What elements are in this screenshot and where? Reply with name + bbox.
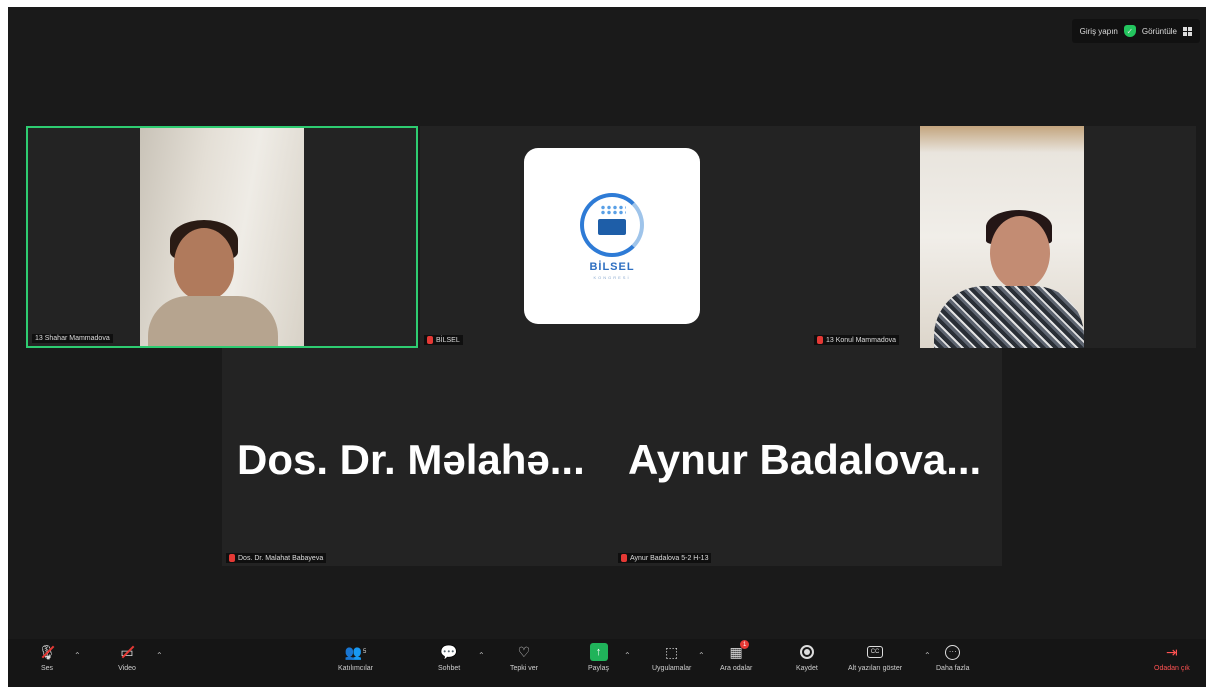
record-icon [798,643,816,661]
leave-door-icon: ⇥ [1166,643,1178,660]
chat-button[interactable]: 💬 Sohbet [438,643,460,673]
participants-button[interactable]: 👥 5 Katılımcılar [338,643,373,673]
share-screen-icon: ↑ [589,643,608,661]
heart-icon: ♡ [517,643,531,660]
top-right-bar: Giriş yapın ✓ Görüntüle [1071,19,1200,43]
video-options-caret[interactable]: ⌃ [156,651,163,660]
chat-options-caret[interactable]: ⌃ [478,651,485,660]
audio-options-caret[interactable]: ⌃ [74,651,81,660]
apps-icon: ⬚ [665,643,679,660]
apps-options-caret[interactable]: ⌃ [698,651,705,660]
mic-muted-icon [229,554,235,562]
meeting-window: Giriş yapın ✓ Görüntüle 13 Shahar Mammad… [8,7,1206,687]
participant-name-label: BİLSEL [424,335,463,345]
captions-icon: CC [866,643,884,661]
participant-display-name-4: Dos. Dr. Məlahə... [237,436,585,483]
react-button[interactable]: ♡ Tepki ver [510,643,538,673]
apps-button[interactable]: ⬚ Uygulamalar [652,643,691,673]
participant-name-label: Dos. Dr. Malahat Babayeva [226,553,327,563]
grid-view-icon[interactable] [1183,26,1192,36]
breakout-rooms-button[interactable]: ▦ 1 Ara odalar [720,640,752,672]
shield-check-icon[interactable]: ✓ [1123,25,1136,37]
meeting-toolbar: 🎙 Ses ⌃ ▭ Video ⌃ 👥 5 Katılımcılar 💬 Sohb… [8,639,1206,687]
participant-name-label: 13 Konul Mammadova [814,335,900,345]
participant-video [140,128,304,346]
more-button[interactable]: ··· Daha fazla [936,643,969,672]
microphone-muted-icon: 🎙 [38,643,56,660]
participant-tile-3[interactable]: 13 Konul Mammadova [810,126,1196,348]
share-button[interactable]: ↑ Paylaş [588,643,609,672]
participants-icon: 👥 5 [344,643,367,660]
more-icon: ··· [944,643,962,661]
camera-off-icon: ▭ [118,643,136,661]
mic-muted-icon [427,336,433,344]
captions-button[interactable]: CC Alt yazıları göster [848,643,902,672]
sign-in-link[interactable]: Giriş yapın [1080,27,1118,36]
mic-muted-icon [817,336,823,344]
participant-name-label: Aynur Badalova 5-2 H-13 [618,553,712,563]
participant-tile-2[interactable]: BİLSEL KONGRESİ BİLSEL [420,126,810,348]
participant-tile-1[interactable]: 13 Shahar Mammadova [26,126,418,348]
breakout-rooms-icon: ▦ 1 [727,640,750,661]
share-options-caret[interactable]: ⌃ [624,651,631,660]
participant-video [920,126,1084,348]
chat-icon: 💬 [440,643,458,660]
leave-button[interactable]: ⇥ Odadan çık [1154,643,1190,673]
audio-button[interactable]: 🎙 Ses [38,643,56,673]
participant-name-label: 13 Shahar Mammadova [32,334,113,343]
view-button[interactable]: Görüntüle [1142,27,1177,36]
video-button[interactable]: ▭ Video [118,643,136,673]
bilsel-logo: BİLSEL KONGRESİ [524,148,700,324]
book-globe-icon [580,192,644,257]
captions-options-caret[interactable]: ⌃ [924,651,931,660]
participant-display-name-5: Aynur Badalova... [628,436,982,483]
mic-muted-icon [621,554,627,562]
record-button[interactable]: Kaydet [796,643,818,672]
